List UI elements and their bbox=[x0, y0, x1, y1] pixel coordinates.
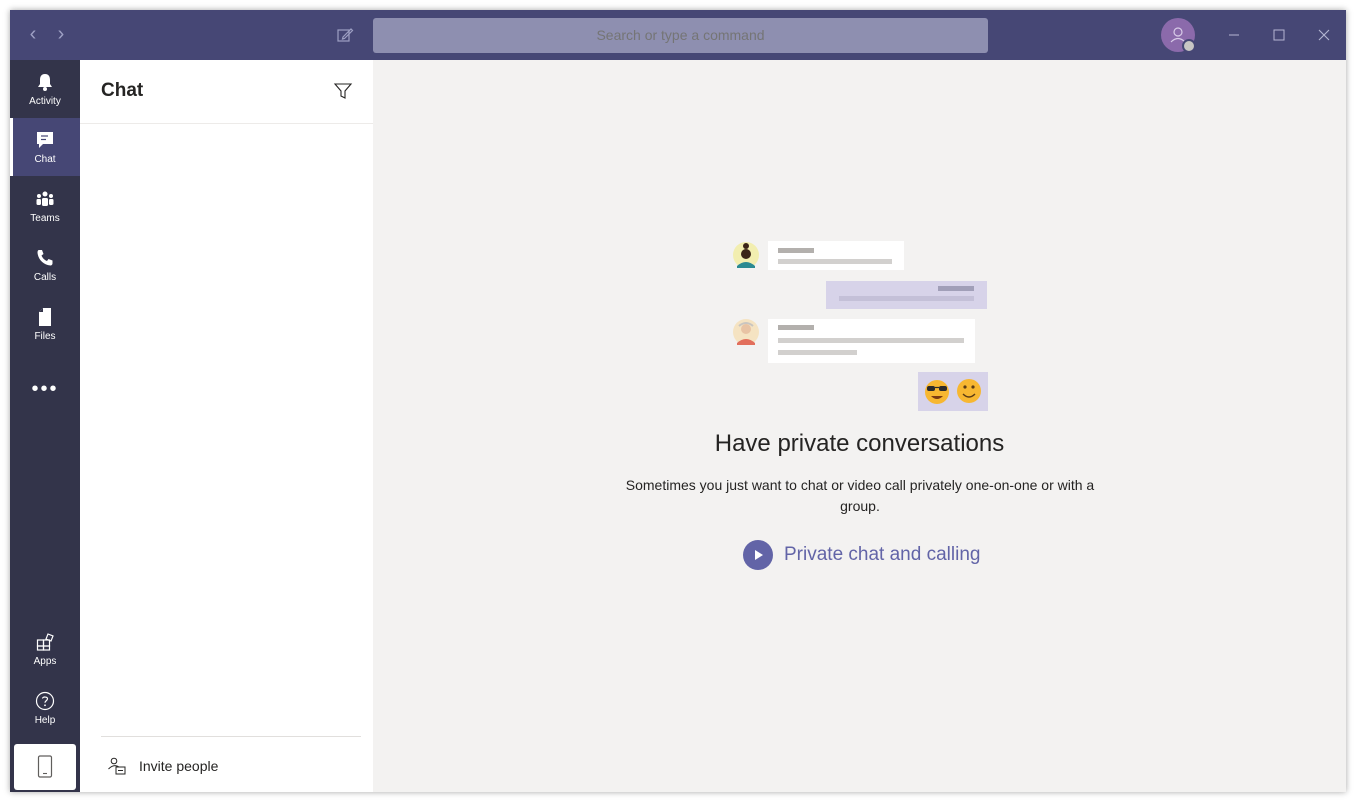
more-apps-button[interactable]: ••• bbox=[10, 378, 80, 408]
rail-item-activity[interactable]: Activity bbox=[10, 60, 80, 118]
person-avatar-2 bbox=[733, 319, 759, 345]
sunglasses-emoji-icon bbox=[925, 380, 949, 404]
smiley-emoji-icon bbox=[957, 379, 981, 403]
video-link-label: Private chat and calling bbox=[784, 544, 981, 565]
rail-item-teams[interactable]: Teams bbox=[10, 177, 80, 235]
main-content: Have private conversations Sometimes you… bbox=[373, 60, 1346, 792]
empty-state-description: Sometimes you just want to chat or video… bbox=[625, 477, 1095, 514]
maximize-icon bbox=[1273, 29, 1285, 41]
maximize-button[interactable] bbox=[1268, 24, 1290, 46]
mobile-icon bbox=[37, 755, 53, 778]
back-button[interactable]: ‹ bbox=[24, 24, 42, 44]
divider bbox=[101, 736, 361, 737]
rail-item-calls[interactable]: Calls bbox=[10, 236, 80, 294]
minimize-button[interactable] bbox=[1223, 24, 1245, 46]
minimize-icon bbox=[1229, 34, 1239, 36]
file-icon bbox=[39, 308, 51, 326]
forward-button[interactable]: › bbox=[52, 24, 70, 44]
compose-button[interactable] bbox=[335, 25, 355, 45]
filter-button[interactable] bbox=[332, 80, 354, 102]
close-button[interactable] bbox=[1313, 24, 1335, 46]
bell-icon bbox=[38, 74, 52, 91]
teams-window: ‹ › Search or type a command Activity Ch… bbox=[10, 10, 1346, 792]
invite-people-icon bbox=[108, 757, 126, 775]
invite-people-button[interactable]: Invite people bbox=[101, 750, 361, 782]
apps-icon bbox=[36, 633, 54, 651]
compose-icon bbox=[337, 28, 354, 42]
chat-icon bbox=[37, 132, 53, 148]
profile-avatar[interactable] bbox=[1161, 18, 1196, 53]
rail-item-files[interactable]: Files bbox=[10, 295, 80, 353]
empty-state-heading: Have private conversations bbox=[714, 430, 1005, 457]
rail-label: Calls bbox=[33, 272, 57, 283]
conversation-illustration bbox=[733, 241, 988, 411]
rail-label: Chat bbox=[34, 154, 56, 165]
search-input[interactable] bbox=[373, 18, 988, 53]
phone-icon bbox=[37, 250, 53, 266]
chat-panel-title: Chat bbox=[101, 80, 144, 101]
title-bar: ‹ › bbox=[10, 10, 1346, 60]
rail-item-chat[interactable]: Chat bbox=[10, 118, 80, 176]
chat-panel-header: Chat bbox=[80, 60, 373, 124]
person-avatar-1 bbox=[733, 242, 759, 268]
app-rail: Activity Chat Teams Calls Files ••• Apps… bbox=[10, 60, 80, 792]
help-icon bbox=[35, 691, 55, 711]
rail-label: Files bbox=[34, 331, 56, 342]
chat-list-panel: Chat Invite people bbox=[80, 60, 373, 792]
rail-item-apps[interactable]: Apps bbox=[10, 620, 80, 678]
play-icon bbox=[743, 540, 773, 570]
filter-icon bbox=[333, 83, 353, 99]
teams-icon bbox=[36, 191, 54, 206]
download-mobile-button[interactable] bbox=[14, 744, 76, 790]
rail-label: Help bbox=[34, 715, 56, 726]
presence-status-icon bbox=[1182, 39, 1196, 53]
rail-label: Teams bbox=[30, 213, 60, 224]
rail-item-help[interactable]: Help bbox=[10, 679, 80, 737]
rail-label: Activity bbox=[29, 96, 61, 107]
rail-label: Apps bbox=[33, 656, 57, 667]
invite-people-label: Invite people bbox=[139, 758, 219, 774]
close-icon bbox=[1318, 29, 1330, 41]
